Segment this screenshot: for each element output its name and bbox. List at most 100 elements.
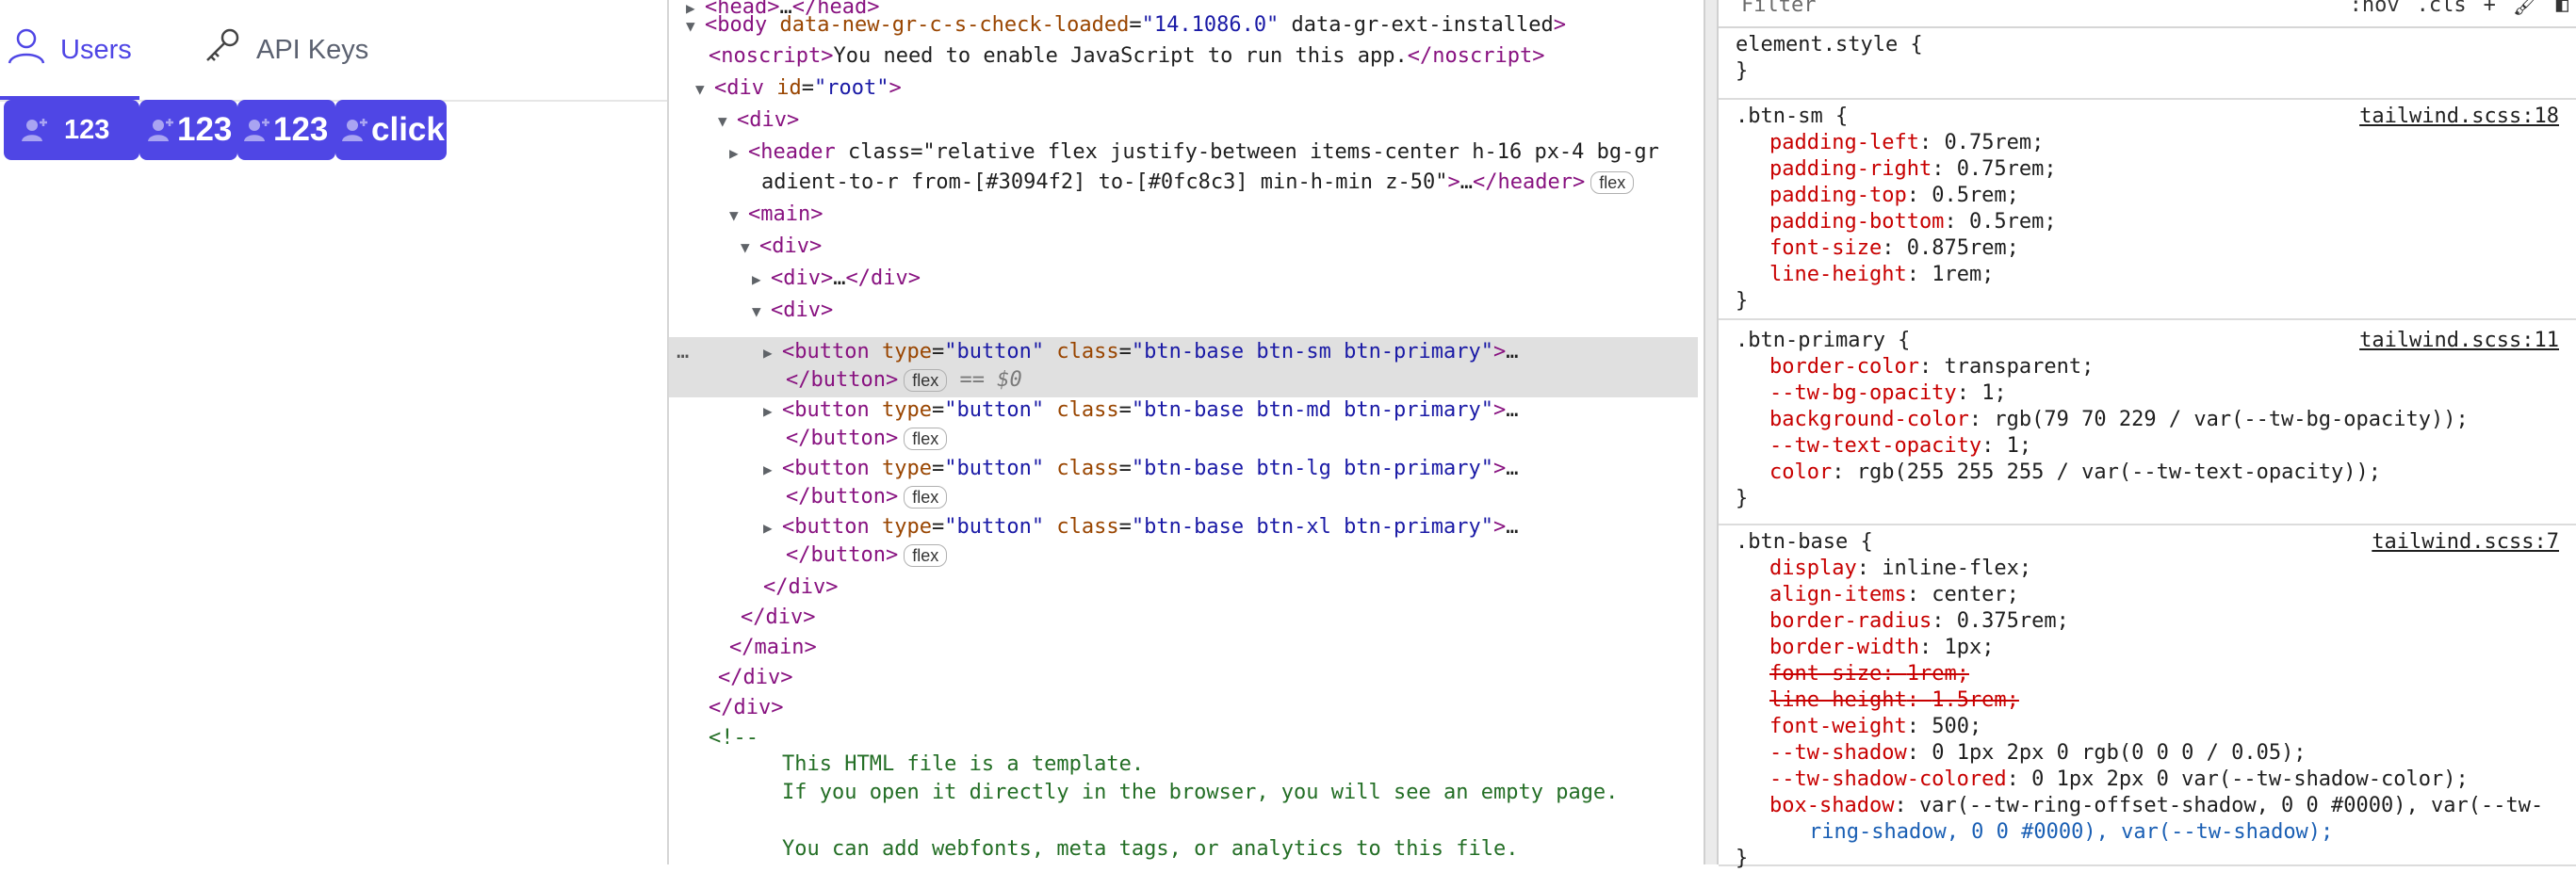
paint-brush-icon[interactable]: 🖌 <box>2513 0 2539 19</box>
flex-badge[interactable]: flex <box>904 428 948 450</box>
expand-toggle-icon[interactable]: ▼ <box>741 233 759 263</box>
panel-splitter[interactable] <box>1704 0 1719 864</box>
css-declaration[interactable]: font-weight: 500; <box>1769 714 1981 740</box>
css-value: ring-shadow, 0 0 #0000), var(--tw-shadow… <box>1809 820 2334 844</box>
expand-toggle-icon[interactable]: ▶ <box>763 513 782 543</box>
css-value: inline-flex; <box>1882 557 2032 580</box>
node-actions-ellipsis[interactable]: … <box>677 337 689 367</box>
dom-node-text: <noscript>You need to enable JavaScript … <box>709 44 1545 68</box>
flex-badge[interactable]: flex <box>904 486 948 509</box>
css-declaration[interactable]: padding-right: 0.75rem; <box>1769 156 2057 183</box>
expand-toggle-icon[interactable]: ▼ <box>695 74 714 105</box>
css-property: color <box>1769 460 1833 484</box>
dom-node-line[interactable]: </button> flex <box>786 482 948 512</box>
expand-toggle-icon[interactable]: ▼ <box>718 106 737 137</box>
css-declaration[interactable]: ring-shadow, 0 0 #0000), var(--tw-shadow… <box>1809 819 2333 846</box>
dom-node-line[interactable]: ▶ <button type="button" class="btn-base b… <box>763 454 1519 484</box>
btn-lg-primary[interactable]: 123 <box>237 100 335 160</box>
css-declaration[interactable]: --tw-text-opacity: 1; <box>1769 433 2031 460</box>
flex-badge[interactable]: flex <box>904 544 948 567</box>
dom-node-line[interactable]: ▼ <div> <box>741 232 822 262</box>
css-declaration[interactable]: border-radius: 0.375rem; <box>1769 608 2069 635</box>
css-declaration[interactable]: background-color: rgb(79 70 229 / var(--… <box>1769 407 2469 433</box>
css-declaration[interactable]: --tw-shadow-colored: 0 1px 2px 0 var(--t… <box>1769 767 2469 793</box>
css-value: 1rem; <box>1932 263 1995 286</box>
expand-toggle-icon[interactable]: ▼ <box>752 297 771 327</box>
tab-users[interactable]: Users <box>6 23 132 77</box>
expand-toggle-icon[interactable]: ▼ <box>729 201 748 231</box>
dom-node-text: <div id="root"> <box>714 76 902 100</box>
css-declaration[interactable]: line-height: 1rem; <box>1769 262 1994 288</box>
rule-selector[interactable]: .btn-base { <box>1736 529 1873 556</box>
btn-xl-primary[interactable]: click <box>335 100 447 160</box>
css-declaration[interactable]: border-color: transparent; <box>1769 354 2094 380</box>
toggle-sidebar-icon[interactable]: ◧ <box>2556 0 2568 19</box>
dom-node-line[interactable]: <!-- <box>709 723 758 753</box>
rule-source-link[interactable]: tailwind.scss:11 <box>2359 328 2559 354</box>
css-declaration[interactable]: line-height: 1.5rem; <box>1769 687 2019 714</box>
dom-node-line[interactable]: </main> <box>729 633 817 663</box>
dom-node-line[interactable]: ▼ <body data-new-gr-c-s-check-loaded="14.… <box>686 10 1566 40</box>
dom-node-line[interactable]: ▶ <button type="button" class="btn-base b… <box>763 396 1519 426</box>
btn-xl-label: click <box>371 111 445 148</box>
dom-node-line[interactable]: ▶ <button type="button" class="btn-base b… <box>763 337 1519 367</box>
dom-node-line[interactable]: ▼ <div> <box>752 296 833 326</box>
btn-sm-primary[interactable]: 123 <box>4 100 139 160</box>
flex-badge[interactable]: flex <box>1590 171 1635 194</box>
btn-md-primary[interactable]: 123 <box>139 100 237 160</box>
dom-node-line[interactable]: </div> <box>763 573 838 603</box>
dom-node-line[interactable]: This HTML file is a template. <box>782 750 1144 780</box>
css-declaration[interactable]: box-shadow: var(--tw-ring-offset-shadow,… <box>1769 793 2543 819</box>
css-declaration[interactable]: align-items: center; <box>1769 582 2019 608</box>
dom-node-line[interactable]: ▼ <div> <box>718 105 799 136</box>
dom-node-text: <button type="button" class="btn-base bt… <box>782 515 1519 539</box>
tab-api-keys[interactable]: API Keys <box>202 23 368 77</box>
dom-node-line[interactable]: </button> flex == $0 <box>786 365 1022 396</box>
expand-toggle-icon[interactable]: ▶ <box>763 396 782 427</box>
css-declaration[interactable]: color: rgb(255 255 255 / var(--tw-text-o… <box>1769 460 2381 486</box>
dom-node-line[interactable]: ▶ <div>…</div> <box>752 264 921 294</box>
css-declaration[interactable]: padding-left: 0.75rem; <box>1769 130 2044 156</box>
css-declaration[interactable]: font-size: 1rem; <box>1769 661 1969 687</box>
btn-md-label: 123 <box>177 111 233 148</box>
expand-toggle-icon[interactable]: ▶ <box>752 265 771 295</box>
dom-node-line[interactable]: If you open it directly in the browser, … <box>782 778 1618 808</box>
css-declaration[interactable]: padding-bottom: 0.5rem; <box>1769 209 2057 235</box>
expand-toggle-icon[interactable]: ▶ <box>763 338 782 368</box>
expand-toggle-icon[interactable]: ▶ <box>729 138 748 169</box>
css-property: display <box>1769 557 1857 580</box>
css-declaration[interactable]: font-size: 0.875rem; <box>1769 235 2019 262</box>
css-declaration[interactable]: display: inline-flex; <box>1769 556 2031 582</box>
css-declaration[interactable]: border-width: 1px; <box>1769 635 1994 661</box>
dom-node-text: <div> <box>759 234 823 258</box>
dom-node-line[interactable]: adient-to-r from-[#3094f2] to-[#0fc8c3] … <box>761 168 1635 198</box>
dom-node-text: </div> <box>718 666 793 689</box>
flex-badge[interactable]: flex <box>904 369 948 392</box>
dom-node-line[interactable]: ▼ <div id="root"> <box>695 73 902 104</box>
rule-source-link[interactable]: tailwind.scss:7 <box>2372 529 2559 556</box>
dom-node-line[interactable]: </div> <box>709 693 783 723</box>
dom-node-line[interactable]: </button> flex <box>786 424 948 454</box>
rule-selector[interactable]: .btn-primary { <box>1736 328 1910 354</box>
css-value: 0.75rem; <box>1944 131 2045 154</box>
dom-node-line[interactable]: ▼ <main> <box>729 200 823 230</box>
dom-node-line[interactable]: You can add webfonts, meta tags, or anal… <box>782 834 1518 864</box>
expand-toggle-icon[interactable]: ▶ <box>763 455 782 485</box>
new-rule-button[interactable]: + <box>2484 0 2496 19</box>
dom-node-line[interactable]: </div> <box>741 603 815 633</box>
rule-selector[interactable]: element.style { <box>1736 32 1923 58</box>
rule-selector[interactable]: .btn-sm { <box>1736 104 1848 130</box>
rule-source-link[interactable]: tailwind.scss:18 <box>2359 104 2559 130</box>
dom-node-line[interactable]: </button> flex <box>786 541 948 571</box>
dom-node-line[interactable]: ▶ <button type="button" class="btn-base b… <box>763 512 1519 542</box>
dom-node-line[interactable]: <noscript>You need to enable JavaScript … <box>709 41 1544 72</box>
dom-node-line[interactable]: </div> <box>718 663 792 693</box>
css-declaration[interactable]: padding-top: 0.5rem; <box>1769 183 2019 209</box>
css-declaration[interactable]: --tw-bg-opacity: 1; <box>1769 380 2007 407</box>
css-declaration[interactable]: --tw-shadow: 0 1px 2px 0 rgb(0 0 0 / 0.0… <box>1769 740 2307 767</box>
expand-toggle-icon[interactable]: ▼ <box>686 11 705 41</box>
styles-filter-input[interactable]: Filter <box>1741 0 1816 19</box>
dom-node-line[interactable]: ▶ <header class="relative flex justify-be… <box>729 137 1659 168</box>
hover-state-toggle[interactable]: :hov <box>2350 0 2400 19</box>
class-toggle[interactable]: .cls <box>2417 0 2467 19</box>
